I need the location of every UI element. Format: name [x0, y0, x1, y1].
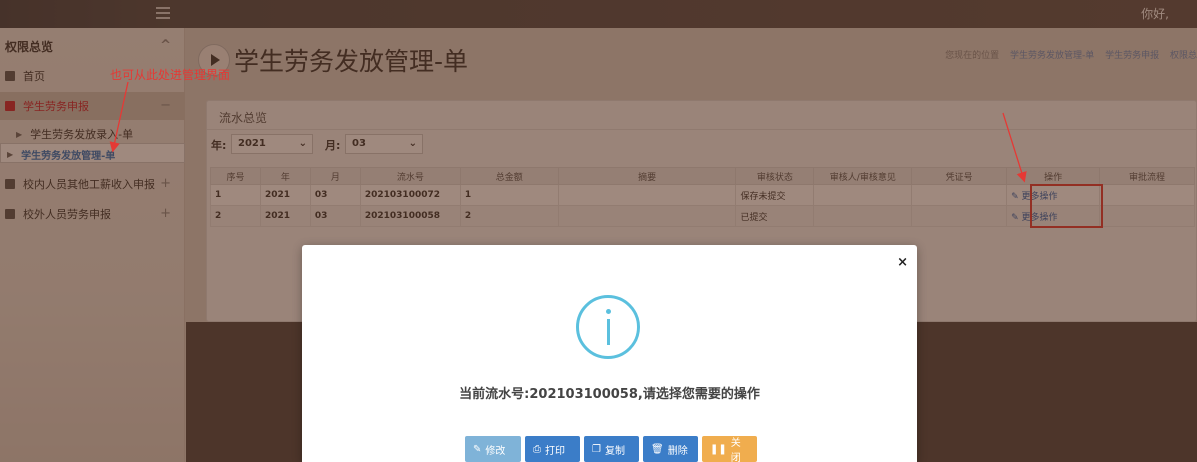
- sidebar-section-label: 权限总览: [5, 39, 54, 54]
- chevron-down-icon: ⌄: [408, 138, 417, 149]
- col-header: 审批流程: [1099, 167, 1195, 185]
- table-cell: [1099, 184, 1195, 206]
- copy-button-label: 复制: [604, 445, 625, 457]
- action-modal: × 当前流水号:202103100058,请选择您需要的操作 ✎ 修改 ⎙ 打印…: [302, 245, 917, 462]
- table-cell: 202103100058: [359, 205, 461, 227]
- modal-message: 当前流水号:202103100058,请选择您需要的操作: [459, 387, 760, 402]
- delete-button[interactable]: 🗑 删除: [643, 436, 698, 462]
- chevron-right-icon: ▶: [7, 150, 14, 159]
- col-header: 凭证号: [911, 167, 1008, 185]
- col-header: 审核状态: [735, 167, 815, 185]
- sidebar-subitem-management[interactable]: ▶ 学生劳务发放管理-单: [0, 143, 185, 163]
- collapse-minus-icon[interactable]: −: [160, 98, 171, 113]
- col-header: 流水号: [359, 167, 461, 185]
- col-header: 月: [309, 167, 361, 185]
- breadcrumb-link[interactable]: 学生劳务申报: [1105, 51, 1159, 61]
- document-icon: [5, 179, 15, 189]
- divider: [207, 129, 1196, 130]
- table-cell: [557, 184, 737, 206]
- table-cell: 2: [210, 205, 261, 227]
- chevron-down-icon: ⌄: [298, 138, 307, 149]
- modal-actions: ✎ 修改 ⎙ 打印 ❐ 复制 🗑 删除 ❚❚ 关闭: [465, 436, 757, 462]
- highlight-box: [1030, 184, 1103, 228]
- document-icon: [5, 209, 15, 219]
- edit-button-label: 修改: [485, 445, 506, 457]
- sidebar-item-label: 学生劳务发放管理-单: [21, 151, 116, 162]
- month-select[interactable]: 03 ⌄: [345, 134, 423, 154]
- status-cell: 已提交: [735, 205, 815, 227]
- month-select-value: 03: [352, 138, 366, 149]
- menu-toggle-icon[interactable]: [156, 7, 170, 19]
- table-cell: 03: [309, 205, 361, 227]
- user-greeting[interactable]: 你好,: [1141, 5, 1169, 22]
- close-icon[interactable]: ×: [897, 255, 908, 270]
- document-icon: [5, 71, 15, 81]
- close-button[interactable]: ❚❚ 关闭: [702, 436, 757, 462]
- document-icon: [5, 101, 15, 111]
- col-header: 序号: [210, 167, 261, 185]
- table-cell: 1: [459, 184, 559, 206]
- sidebar-item-label: 学生劳务发放录入-单: [30, 128, 134, 141]
- table-cell: 03: [309, 184, 361, 206]
- status-cell: 保存未提交: [735, 184, 815, 206]
- table-cell: [911, 184, 1008, 206]
- table-cell: 202103100072: [359, 184, 461, 206]
- table-cell: [911, 205, 1008, 227]
- sidebar: 权限总览 ^ 首页 学生劳务申报 − ▶ 学生劳务发放录入-单 ▶ 学生劳务发放…: [0, 28, 185, 462]
- print-button-label: 打印: [545, 445, 565, 457]
- print-icon: ⎙: [533, 443, 541, 455]
- copy-icon: ❐: [592, 443, 601, 455]
- pencil-icon: ✎: [1011, 212, 1019, 223]
- table-header-row: 序号 年 月 流水号 总金额 摘要 审核状态 审核人/审核意见 凭证号 操作 审…: [210, 167, 1195, 185]
- annotation-text: 也可从此处进管理界面: [110, 68, 231, 82]
- page-title: 学生劳务发放管理-单: [234, 47, 469, 76]
- expand-plus-icon[interactable]: +: [160, 206, 171, 221]
- info-icon: [576, 295, 640, 359]
- col-header: 审核人/审核意见: [813, 167, 913, 185]
- edit-button[interactable]: ✎ 修改: [465, 436, 521, 462]
- close-button-label: 关闭: [730, 438, 741, 462]
- chevron-right-icon: ▶: [16, 129, 23, 139]
- col-header: 年: [259, 167, 311, 185]
- table-cell: 1: [210, 184, 261, 206]
- table-cell: 2: [459, 205, 559, 227]
- location-label: 您现在的位置: [945, 51, 1000, 61]
- sidebar-item-student-labor[interactable]: 学生劳务申报 −: [0, 92, 185, 120]
- col-header: 总金额: [459, 167, 559, 185]
- table-cell: 2021: [259, 184, 311, 206]
- panel-title: 流水总览: [219, 111, 268, 125]
- breadcrumb-link[interactable]: 学生劳务发放管理-单: [1010, 51, 1094, 61]
- sidebar-item-label: 学生劳务申报: [23, 100, 89, 113]
- top-bar: 你好,: [0, 0, 1197, 28]
- pencil-icon: ✎: [1011, 191, 1019, 202]
- sidebar-item-internal-income[interactable]: 校内人员其他工薪收入申报 +: [0, 170, 185, 198]
- sidebar-item-external-labor[interactable]: 校外人员劳务申报 +: [0, 200, 185, 228]
- copy-button[interactable]: ❐ 复制: [584, 436, 639, 462]
- collapse-icon[interactable]: ^: [160, 38, 171, 53]
- sidebar-section-title[interactable]: 权限总览 ^: [0, 32, 185, 60]
- month-label: 月:: [325, 139, 341, 152]
- sidebar-item-label: 校外人员劳务申报: [23, 208, 111, 221]
- table-cell: 2021: [259, 205, 311, 227]
- breadcrumb: 您现在的位置 学生劳务发放管理-单 学生劳务申报 权限总: [945, 48, 1197, 61]
- expand-plus-icon[interactable]: +: [160, 176, 171, 191]
- table-cell: [813, 205, 913, 227]
- table-cell: [813, 184, 913, 206]
- table-cell: [557, 205, 737, 227]
- sidebar-item-label: 首页: [23, 70, 45, 83]
- delete-button-label: 删除: [667, 445, 688, 457]
- year-select-value: 2021: [238, 138, 266, 149]
- edit-icon: ✎: [473, 443, 482, 455]
- print-button[interactable]: ⎙ 打印: [525, 436, 580, 462]
- col-header: 摘要: [557, 167, 737, 185]
- sidebar-item-label: 校内人员其他工薪收入申报: [23, 178, 155, 191]
- table-cell: [1099, 205, 1195, 227]
- trash-icon: 🗑: [651, 443, 664, 455]
- year-select[interactable]: 2021 ⌄: [231, 134, 313, 154]
- col-header: 操作: [1006, 167, 1101, 185]
- breadcrumb-link[interactable]: 权限总: [1170, 51, 1197, 61]
- pause-icon: ❚❚: [710, 443, 727, 455]
- year-label: 年:: [211, 139, 227, 152]
